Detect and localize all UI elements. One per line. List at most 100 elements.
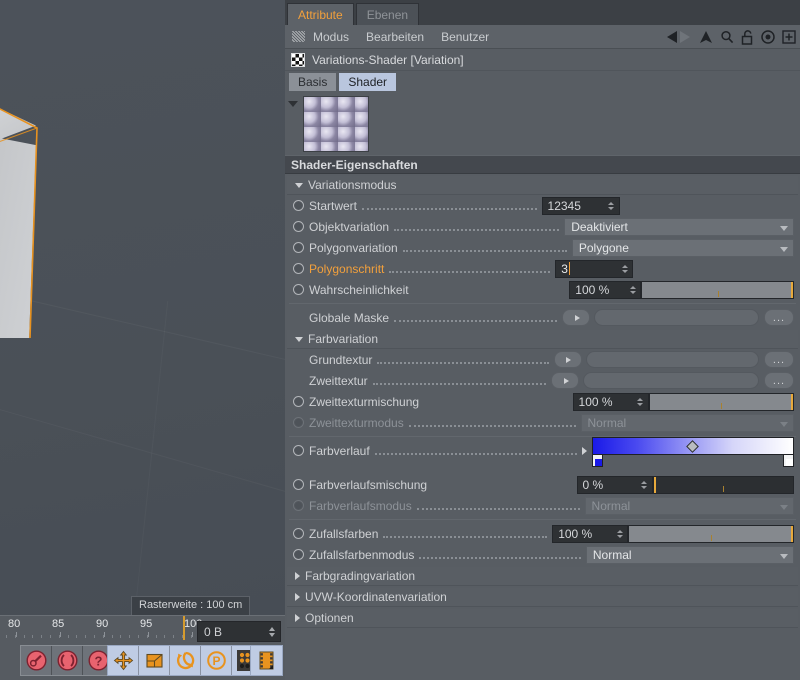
value-stepper[interactable] — [628, 285, 640, 294]
panel-tab-attribute[interactable]: Attribute — [287, 3, 354, 25]
gradient-color-stop[interactable] — [783, 453, 795, 467]
globale-maske-label: Globale Maske — [309, 310, 390, 325]
animate-track-radio[interactable] — [293, 263, 304, 274]
up-arrow-icon[interactable] — [699, 30, 713, 44]
animate-track-radio[interactable] — [293, 528, 304, 539]
animate-track-radio[interactable] — [293, 396, 304, 407]
ruler-label: 90 — [96, 618, 109, 630]
current-frame-field[interactable]: 0 B — [197, 621, 281, 642]
search-icon[interactable] — [720, 30, 734, 44]
autokey-loop-icon[interactable] — [52, 646, 83, 675]
panel-tab-label: Ebenen — [366, 7, 409, 22]
polygonschritt-field[interactable]: 3 — [555, 259, 634, 278]
farbverlaufsmodus-dropdown[interactable]: Normal — [584, 496, 795, 515]
record-key-icon[interactable] — [21, 646, 52, 675]
animate-track-radio[interactable] — [293, 200, 304, 211]
animate-track-radio[interactable] — [293, 242, 304, 253]
playhead-marker[interactable] — [183, 616, 185, 640]
zweittextur-more-button[interactable]: ... — [764, 372, 794, 389]
value-stepper[interactable] — [607, 201, 619, 210]
zweittexturmischung-field[interactable]: 100 % — [572, 392, 649, 411]
objektvariation-dropdown[interactable]: Deaktiviert — [564, 217, 795, 236]
group-label: Farbvariation — [308, 332, 379, 346]
property-row-zweittexturmischung: Zweittexturmischung 100 % — [285, 391, 800, 412]
render-view-icon[interactable] — [251, 646, 282, 675]
grundtextur-more-button[interactable]: ... — [764, 351, 794, 368]
axis-cube-icon[interactable] — [139, 646, 170, 675]
add-box-icon[interactable] — [782, 30, 796, 44]
grundtextur-slot[interactable] — [585, 351, 759, 368]
group-header-farbgradingvariation[interactable]: Farbgradingvariation — [287, 567, 798, 586]
slider-handle[interactable] — [791, 281, 793, 298]
leader-dots — [389, 264, 551, 273]
sub-tab-basis[interactable]: Basis — [289, 73, 337, 91]
menu-item-benutzer[interactable]: Benutzer — [441, 30, 489, 44]
farbverlaufsmodus-value: Normal — [591, 498, 631, 513]
group-header-variationsmodus[interactable]: Variationsmodus — [287, 176, 798, 195]
group-header-optionen[interactable]: Optionen — [287, 609, 798, 628]
target-icon[interactable] — [761, 30, 775, 44]
chevron-right-icon — [295, 593, 300, 601]
farbverlaufsmischung-field[interactable]: 0 % — [576, 475, 653, 494]
startwert-value: 12345 — [547, 198, 581, 213]
zufallsfarbenmodus-dropdown[interactable]: Normal — [585, 545, 794, 564]
value-stepper[interactable] — [636, 397, 648, 406]
wahrscheinlichkeit-value: 100 % — [575, 282, 610, 297]
parameter-tool-icon[interactable]: P — [201, 646, 232, 675]
chevron-right-icon[interactable] — [581, 446, 587, 455]
preview-collapse-icon[interactable] — [288, 101, 298, 107]
farbverlauf-label: Farbverlauf — [309, 443, 370, 458]
zweittexturmischung-slider[interactable] — [648, 392, 795, 411]
property-row-zweittextur: Zweittextur... — [285, 370, 800, 391]
value-stepper[interactable] — [640, 480, 652, 489]
animate-track-radio[interactable] — [293, 479, 304, 490]
shader-preview-thumbnail[interactable] — [303, 96, 369, 152]
frame-stepper[interactable] — [267, 626, 280, 637]
ruler-major-tick — [16, 632, 17, 637]
animate-track-radio[interactable] — [293, 284, 304, 295]
zweittextur-slot[interactable] — [583, 372, 759, 389]
zufallsfarben-slider[interactable] — [628, 524, 794, 543]
panel-tab-ebenen[interactable]: Ebenen — [355, 3, 420, 25]
zweittexturmodus-dropdown[interactable]: Normal — [580, 413, 794, 432]
animate-track-radio[interactable] — [293, 445, 304, 456]
globale-maske-play-button[interactable] — [562, 309, 591, 326]
group-header-farbvariation[interactable]: Farbvariation — [287, 330, 798, 349]
wahrscheinlichkeit-slider[interactable] — [641, 280, 794, 299]
polygonvariation-dropdown[interactable]: Polygone — [571, 238, 794, 257]
zufallsfarben-field[interactable]: 100 % — [552, 524, 629, 543]
selected-box-object[interactable] — [0, 108, 38, 338]
globale-maske-slot[interactable] — [594, 309, 760, 326]
sub-tab-shader[interactable]: Shader — [339, 73, 397, 91]
gradient-bar[interactable] — [591, 436, 795, 455]
rotate-tool-icon[interactable] — [170, 646, 201, 675]
menu-item-bearbeiten[interactable]: Bearbeiten — [366, 30, 424, 44]
panel-grip-icon[interactable] — [292, 31, 305, 42]
move-tool-icon[interactable] — [108, 646, 139, 675]
startwert-field[interactable]: 12345 — [541, 196, 620, 215]
slider-handle[interactable] — [791, 393, 794, 410]
unlock-icon[interactable] — [741, 29, 754, 45]
viewport-3d[interactable]: Rasterweite : 100 cm — [0, 0, 285, 615]
wahrscheinlichkeit-label: Wahrscheinlichkeit — [309, 282, 409, 297]
grundtextur-play-button[interactable] — [553, 351, 582, 368]
menu-item-modus[interactable]: Modus — [313, 30, 349, 44]
leader-dots — [377, 355, 549, 364]
globale-maske-more-button[interactable]: ... — [764, 309, 795, 326]
slider-handle[interactable] — [653, 476, 656, 493]
farbverlauf-gradient-widget[interactable] — [591, 436, 795, 467]
wahrscheinlichkeit-field[interactable]: 100 % — [569, 280, 642, 299]
zweittextur-play-button[interactable] — [551, 372, 580, 389]
animate-track-radio[interactable] — [293, 417, 304, 428]
group-header-uvw-koordinatenvariation[interactable]: UVW-Koordinatenvariation — [287, 588, 798, 607]
value-stepper[interactable] — [615, 529, 627, 538]
back-arrow-icon[interactable] — [666, 30, 692, 44]
animate-track-radio[interactable] — [293, 549, 304, 560]
animate-track-radio[interactable] — [293, 500, 304, 511]
value-stepper[interactable] — [620, 264, 632, 273]
gradient-midpoint-handle[interactable] — [686, 439, 699, 453]
animate-track-radio[interactable] — [293, 221, 304, 232]
slider-handle[interactable] — [791, 525, 793, 542]
gradient-color-stop[interactable] — [591, 453, 603, 467]
farbverlaufsmischung-slider[interactable] — [652, 475, 794, 494]
